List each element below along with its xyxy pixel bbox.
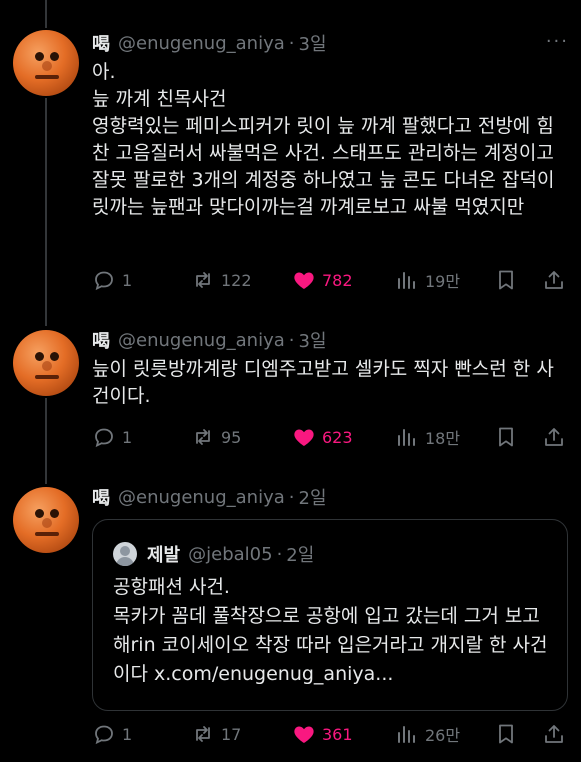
retweet-count: 122 xyxy=(221,270,252,290)
views-icon xyxy=(398,429,415,446)
author-name[interactable]: 喝 xyxy=(92,327,110,353)
views-icon xyxy=(398,272,415,289)
separator: · xyxy=(288,32,295,54)
like-count: 623 xyxy=(322,427,353,447)
retweet-count: 17 xyxy=(221,724,242,744)
quoted-author-handle[interactable]: @jebal05 xyxy=(188,544,272,565)
avatar[interactable] xyxy=(13,487,79,553)
separator: · xyxy=(288,486,295,508)
tweet-text: 아. 늪 까계 친목사건 영향력있는 페미스피커가 릿이 늪 까계 팔했다고 전… xyxy=(92,61,555,218)
views-button[interactable]: 18만 xyxy=(395,423,460,451)
like-icon xyxy=(294,272,314,289)
quoted-author-name[interactable]: 제발 xyxy=(147,541,180,567)
tweet-1[interactable]: 喝 @enugenug_aniya · 3일 ··· 아. 늪 까계 친목사건 … xyxy=(0,0,581,310)
share-button[interactable] xyxy=(542,423,566,451)
like-icon xyxy=(294,726,314,743)
share-icon xyxy=(545,725,563,743)
retweet-count: 95 xyxy=(221,427,242,447)
author-name[interactable]: 喝 xyxy=(92,484,110,510)
views-count: 19만 xyxy=(425,272,461,291)
bookmark-icon xyxy=(499,427,513,447)
share-button[interactable] xyxy=(542,266,566,294)
tweet-header: 喝 @enugenug_aniya · 3일 xyxy=(92,30,327,56)
tweet-actions: 1 17 361 26만 xyxy=(92,720,572,748)
like-icon xyxy=(294,429,314,446)
retweet-icon xyxy=(196,272,210,288)
bookmark-button[interactable] xyxy=(494,720,518,748)
quoted-header: 제발 @jebal05 · 2일 xyxy=(147,541,314,567)
views-button[interactable]: 26만 xyxy=(395,720,460,748)
author-handle[interactable]: @enugenug_aniya xyxy=(118,487,285,508)
views-count: 18만 xyxy=(425,429,461,448)
quoted-text: 공항패션 사건. 목카가 꼼데 풀착장으로 공항에 입고 갔는데 그거 보고 해… xyxy=(113,576,548,685)
share-button[interactable] xyxy=(542,720,566,748)
reply-icon xyxy=(95,271,113,291)
like-count: 782 xyxy=(322,270,353,290)
retweet-button[interactable]: 17 xyxy=(191,720,241,748)
tweet-actions: 1 95 623 18만 xyxy=(92,423,572,451)
reply-count: 1 xyxy=(122,427,133,447)
author-handle[interactable]: @enugenug_aniya xyxy=(118,330,285,351)
timestamp[interactable]: 3일 xyxy=(299,327,327,353)
quoted-tweet[interactable]: 제발 @jebal05 · 2일 공항패션 사건. 목카가 꼼데 풀착장으로 공… xyxy=(92,519,568,711)
reply-icon xyxy=(95,725,113,745)
bookmark-icon xyxy=(499,724,513,744)
reply-button[interactable]: 1 xyxy=(92,423,132,451)
retweet-icon xyxy=(196,429,210,445)
separator: · xyxy=(288,329,295,351)
quoted-timestamp[interactable]: 2일 xyxy=(286,541,314,567)
tweet-header: 喝 @enugenug_aniya · 3일 xyxy=(92,327,327,353)
reply-button[interactable]: 1 xyxy=(92,266,132,294)
avatar[interactable] xyxy=(13,30,79,96)
views-button[interactable]: 19만 xyxy=(395,266,460,294)
reply-icon xyxy=(95,428,113,448)
reply-count: 1 xyxy=(122,270,133,290)
views-count: 26만 xyxy=(425,726,461,745)
author-handle[interactable]: @enugenug_aniya xyxy=(118,33,285,54)
tweet-2[interactable]: 喝 @enugenug_aniya · 3일 늪이 릿릇방까계랑 디엠주고받고 … xyxy=(0,310,581,475)
more-icon[interactable]: ··· xyxy=(546,31,569,52)
like-button[interactable]: 782 xyxy=(292,266,353,294)
tweet-3[interactable]: 喝 @enugenug_aniya · 2일 제발 @jebal05 · 2일 … xyxy=(0,475,581,762)
share-icon xyxy=(545,428,563,446)
views-icon xyxy=(398,726,415,743)
timestamp[interactable]: 2일 xyxy=(299,484,327,510)
share-icon xyxy=(545,271,563,289)
author-name[interactable]: 喝 xyxy=(92,30,110,56)
like-count: 361 xyxy=(322,724,353,744)
avatar[interactable] xyxy=(13,330,79,396)
bookmark-button[interactable] xyxy=(494,266,518,294)
timestamp[interactable]: 3일 xyxy=(299,30,327,56)
retweet-button[interactable]: 95 xyxy=(191,423,241,451)
tweet-actions: 1 122 782 19만 xyxy=(92,266,572,294)
quoted-avatar[interactable] xyxy=(113,542,137,566)
bookmark-icon xyxy=(499,270,513,290)
tweet-header: 喝 @enugenug_aniya · 2일 xyxy=(92,484,327,510)
retweet-icon xyxy=(196,726,210,742)
retweet-button[interactable]: 122 xyxy=(191,266,252,294)
reply-button[interactable]: 1 xyxy=(92,720,132,748)
separator: · xyxy=(276,543,283,565)
like-button[interactable]: 361 xyxy=(292,720,353,748)
bookmark-button[interactable] xyxy=(494,423,518,451)
tweet-text: 늪이 릿릇방까계랑 디엠주고받고 셀카도 찍자 빤스런 한 사건이다. xyxy=(92,358,554,407)
like-button[interactable]: 623 xyxy=(292,423,353,451)
reply-count: 1 xyxy=(122,724,133,744)
